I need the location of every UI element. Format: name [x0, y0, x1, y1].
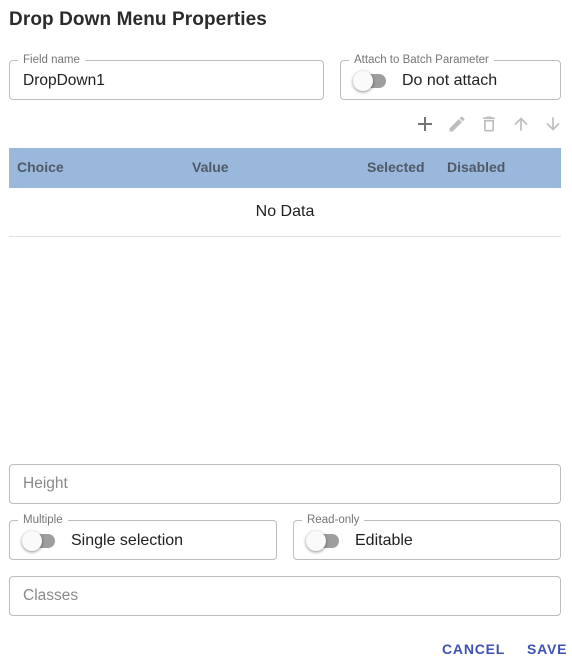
height-placeholder: Height	[23, 475, 68, 492]
column-header-choice[interactable]: Choice	[17, 159, 64, 175]
field-name-value: DropDown1	[23, 72, 105, 89]
save-button[interactable]: SAVE	[527, 641, 567, 657]
readonly-field: Read-only Editable	[293, 514, 561, 560]
multiple-field: Multiple Single selection	[9, 514, 277, 560]
toggle-thumb	[353, 71, 373, 91]
cancel-button[interactable]: CANCEL	[442, 641, 505, 657]
attach-legend: Attach to Batch Parameter	[349, 54, 494, 67]
readonly-toggle-label: Editable	[355, 532, 413, 549]
delete-icon[interactable]	[478, 113, 500, 135]
attach-toggle-label: Do not attach	[402, 72, 498, 89]
height-input[interactable]: Height	[9, 464, 561, 504]
attach-batch-parameter-field: Attach to Batch Parameter Do not attach	[340, 54, 561, 100]
edit-icon[interactable]	[446, 113, 468, 135]
multiple-toggle[interactable]	[22, 531, 56, 551]
attach-toggle[interactable]	[353, 71, 387, 91]
arrow-down-icon[interactable]	[542, 113, 564, 135]
readonly-legend: Read-only	[302, 514, 365, 527]
classes-placeholder: Classes	[23, 587, 79, 604]
dialog-title: Drop Down Menu Properties	[9, 9, 267, 30]
add-icon[interactable]	[414, 113, 436, 135]
column-header-value[interactable]: Value	[192, 159, 229, 175]
readonly-toggle[interactable]	[306, 531, 340, 551]
field-name-legend: Field name	[18, 54, 85, 67]
classes-input[interactable]: Classes	[9, 576, 561, 616]
arrow-up-icon[interactable]	[510, 113, 532, 135]
table-empty-message: No Data	[9, 189, 561, 237]
multiple-legend: Multiple	[18, 514, 68, 527]
column-header-selected[interactable]: Selected	[367, 159, 425, 175]
column-header-disabled[interactable]: Disabled	[447, 159, 505, 175]
table-header: Choice Value Selected Disabled	[9, 148, 561, 188]
toggle-thumb	[306, 531, 326, 551]
multiple-toggle-label: Single selection	[71, 532, 184, 549]
field-name-input[interactable]: Field name DropDown1	[9, 54, 324, 100]
toggle-thumb	[22, 531, 42, 551]
